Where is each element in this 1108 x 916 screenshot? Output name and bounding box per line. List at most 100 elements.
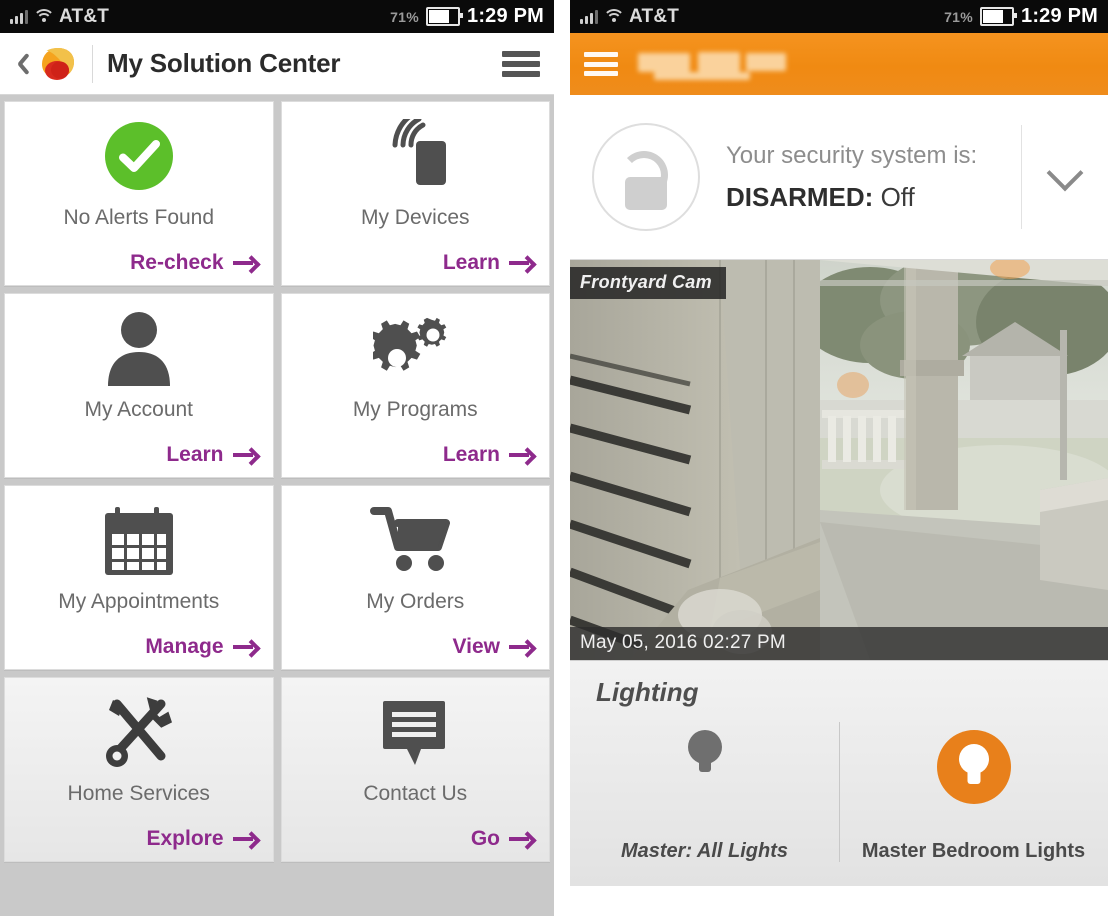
tile-action-label: Re-check [130,251,224,274]
lighting-items-row: Master: All Lights Master Bedroom Lights [570,722,1108,876]
tile-label: My Devices [360,206,470,229]
arrow-right-icon [509,448,535,462]
tile-action-link[interactable]: View [453,635,535,659]
tile-label: My Programs [352,398,478,421]
security-state-detail: Off [873,181,915,212]
light-bulb-on-icon [936,730,1011,804]
tile-action-link[interactable]: Learn [443,251,535,275]
tile-no-alerts-found[interactable]: No Alerts Found Re-check [4,101,274,286]
arrow-right-icon [232,640,259,654]
brand-logo-icon [36,42,80,86]
wireless-device-icon [375,106,455,206]
tile-action-link[interactable]: Go [471,827,535,851]
person-icon [103,298,175,398]
app-header-right [570,33,1108,95]
back-chevron-icon[interactable] [8,49,34,79]
security-status-text: Your security system is: DISARMED: Off [726,142,1021,213]
camera-feed[interactable]: Frontyard Cam May 05, 2016 02:27 PM [570,260,1108,660]
battery-percent-label: 71% [390,8,419,25]
app-header-left: My Solution Center [0,33,554,95]
status-bar-right-group: 71% 1:29 PM [390,5,544,28]
status-bar-right: AT&T 71% 1:29 PM [570,0,1108,33]
right-phone-screenshot: AT&T 71% 1:29 PM Your security system is… [570,0,1108,916]
security-caption: Your security system is: [726,141,978,169]
screenshot-stage: AT&T 71% 1:29 PM My Solution Center No A… [0,0,1108,916]
status-bar-left: AT&T 71% 1:29 PM [0,0,554,33]
lighting-item-master-bedroom-lights[interactable]: Master Bedroom Lights [839,722,1108,876]
camera-name-label: Frontyard Cam [570,267,726,299]
tile-action-label: Manage [145,635,224,658]
page-title: My Solution Center [107,48,341,78]
battery-percent-label: 71% [944,8,973,25]
chat-bubble-icon [377,682,453,782]
tile-action-label: Learn [442,443,500,466]
clock-label: 1:29 PM [467,5,544,27]
carrier-label: AT&T [629,5,680,27]
battery-icon [426,7,463,26]
tile-action-label: Explore [146,827,224,850]
camera-timestamp: May 05, 2016 02:27 PM [570,627,1108,660]
lighting-panel: Lighting Master: All Lights Master Bedro… [570,660,1108,886]
tile-contact-us[interactable]: Contact Us Go [280,677,550,862]
tile-home-services[interactable]: Home Services Explore [4,677,274,862]
tile-my-appointments[interactable]: My Appointments Manage [4,485,274,670]
left-phone-screenshot: AT&T 71% 1:29 PM My Solution Center No A… [0,0,554,916]
tile-my-account[interactable]: My Account Learn [4,293,274,478]
light-bulb-off-icon [687,730,722,778]
tile-row: My Account Learn My Programs Learn [4,293,550,478]
green-check-circle-icon [102,106,176,206]
lighting-item-label: Master Bedroom Lights [861,840,1086,863]
gears-icon [373,298,457,398]
tile-my-programs[interactable]: My Programs Learn [280,293,550,478]
calendar-icon [99,490,179,590]
signal-strength-icon [580,9,598,24]
wifi-icon [602,9,625,24]
tile-action-link[interactable]: Manage [145,635,258,659]
tile-label: Contact Us [363,782,468,805]
lighting-section-title: Lighting [596,677,699,707]
tile-action-label: Learn [442,251,500,274]
tile-my-orders[interactable]: My Orders View [280,485,550,670]
clock-label: 1:29 PM [1021,5,1098,27]
arrow-right-icon [232,256,259,270]
tile-action-link[interactable]: Explore [146,827,258,851]
blurred-brand-logo [636,47,806,81]
status-bar-right-group: 71% 1:29 PM [944,5,1098,28]
hamburger-menu-icon[interactable] [584,52,618,76]
tile-action-label: Learn [166,443,224,466]
tile-row: My Appointments Manage My Orders View [4,485,550,670]
chevron-down-icon[interactable] [1022,154,1108,191]
tile-grid: No Alerts Found Re-check My Devices Lear… [0,95,554,916]
battery-icon [980,7,1017,26]
hamburger-menu-icon[interactable] [502,50,540,77]
tools-icon [97,682,181,782]
tile-action-link[interactable]: Re-check [130,251,258,275]
camera-image [570,260,1108,660]
shopping-cart-icon [370,490,460,590]
arrow-right-icon [509,256,535,270]
lighting-item-master-all-lights[interactable]: Master: All Lights [570,726,839,876]
tile-label: No Alerts Found [63,206,215,229]
lighting-item-label: Master: All Lights [620,840,789,863]
carrier-label: AT&T [59,5,110,27]
signal-strength-icon [10,9,28,24]
security-status-panel[interactable]: Your security system is: DISARMED: Off [570,95,1108,260]
tile-label: My Orders [366,590,465,613]
arrow-right-icon [232,448,259,462]
tile-label: Home Services [67,782,210,805]
arrow-right-icon [509,640,535,654]
tile-action-link[interactable]: Learn [166,443,258,467]
tile-label: My Appointments [58,590,220,613]
security-state-word: DISARMED: [726,181,874,212]
tile-row: Home Services Explore Contact Us Go [4,677,550,862]
status-bar-left-group: AT&T [10,6,109,28]
tile-action-label: Go [470,827,500,850]
unlocked-padlock-icon [592,123,700,231]
tile-my-devices[interactable]: My Devices Learn [280,101,550,286]
header-divider [92,44,93,83]
tile-row: No Alerts Found Re-check My Devices Lear… [4,101,550,286]
tile-label: My Account [84,398,194,421]
tile-action-label: View [452,635,500,658]
arrow-right-icon [232,832,259,846]
tile-action-link[interactable]: Learn [443,443,535,467]
